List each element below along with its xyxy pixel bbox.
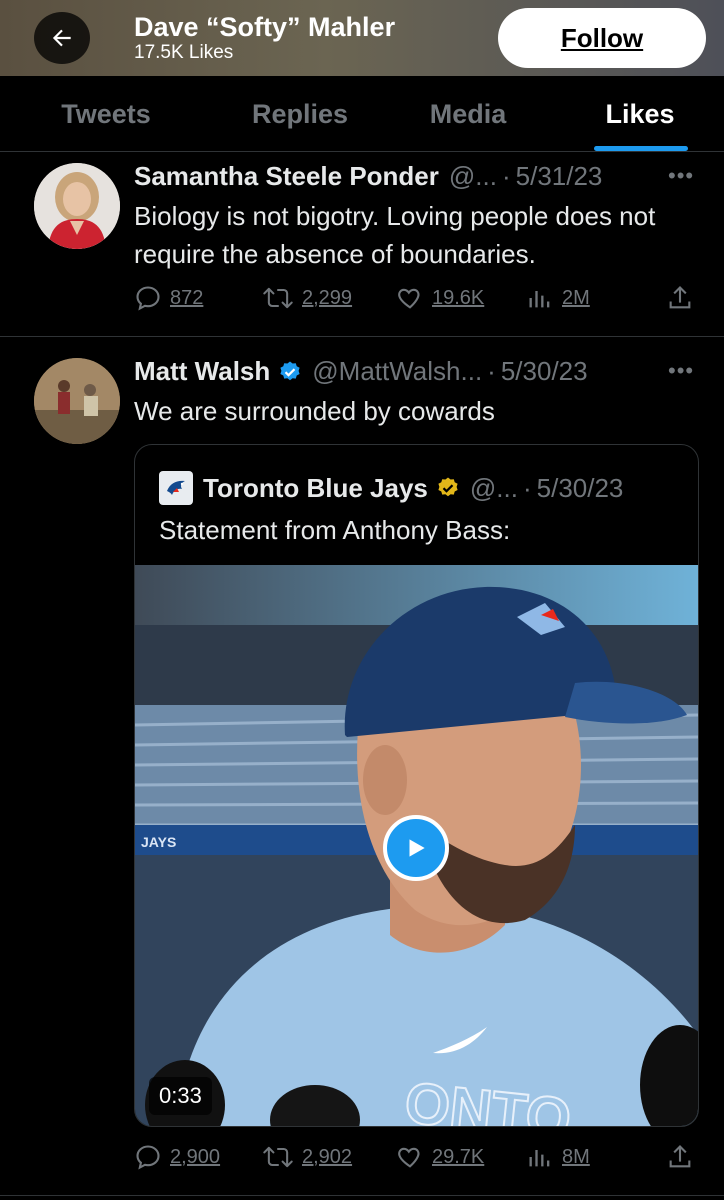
like-count: 19.6K (432, 286, 485, 309)
more-icon[interactable]: ••• (668, 163, 694, 189)
tab-likes[interactable]: Likes (564, 76, 716, 152)
like-count: 29.7K (432, 1145, 485, 1168)
tweet-header: Matt Walsh @MattWalsh... · 5/30/23 (134, 356, 588, 387)
quoted-tweet-header: Toronto Blue Jays @... · 5/30/23 (159, 471, 623, 505)
profile-tabs: Tweets Replies Media Likes (0, 76, 724, 152)
video-player[interactable]: JAYS ONTO 0:33 (135, 565, 698, 1126)
views-button[interactable]: 8M (526, 1143, 590, 1171)
heart-icon (398, 1147, 420, 1168)
play-icon (409, 839, 425, 857)
reply-count: 872 (170, 286, 204, 309)
blue-jays-logo[interactable] (159, 471, 193, 505)
back-button[interactable] (34, 12, 90, 64)
share-icon (669, 286, 691, 309)
arrow-left-icon (52, 29, 71, 47)
tab-media[interactable]: Media (392, 76, 544, 152)
share-button[interactable] (666, 284, 702, 312)
quoted-author-name[interactable]: Toronto Blue Jays (203, 473, 428, 504)
likes-count: 17.5K Likes (134, 42, 234, 63)
views-icon (529, 1150, 550, 1167)
retweet-icon (263, 287, 293, 309)
verified-badge-icon (278, 360, 302, 384)
separator-dot: · (487, 356, 496, 386)
like-button[interactable]: 29.7K (396, 1143, 484, 1171)
view-count: 2M (562, 286, 590, 309)
retweet-count: 2,299 (302, 286, 353, 309)
reply-icon (136, 286, 160, 311)
retweet-button[interactable]: 2,299 (262, 284, 352, 312)
profile-header: Dave “Softy” Mahler 17.5K Likes Follow (0, 0, 724, 76)
quoted-author-handle[interactable]: @... (470, 473, 518, 504)
profile-name: Dave “Softy” Mahler (134, 12, 396, 42)
avatar[interactable] (34, 358, 120, 444)
views-icon (529, 291, 550, 308)
follow-button[interactable]: Follow (498, 8, 706, 68)
author-name[interactable]: Samantha Steele Ponder (134, 161, 439, 192)
reply-button[interactable]: 2,900 (134, 1143, 220, 1171)
author-name[interactable]: Matt Walsh (134, 356, 270, 387)
play-button[interactable] (383, 815, 449, 881)
tweet-text: We are surrounded by cowards (134, 396, 495, 426)
share-icon (669, 1145, 691, 1168)
tweet-header: Samantha Steele Ponder @... · 5/31/23 (134, 161, 602, 192)
author-handle[interactable]: @MattWalsh... (312, 356, 482, 387)
share-button[interactable] (666, 1143, 702, 1171)
quoted-tweet-date[interactable]: 5/30/23 (537, 473, 624, 504)
tweet-date[interactable]: 5/31/23 (516, 161, 603, 192)
like-button[interactable]: 19.6K (396, 284, 484, 312)
active-tab-indicator (594, 146, 688, 151)
tweet-text: Biology is not bigotry. Loving people do… (134, 201, 656, 269)
more-icon[interactable]: ••• (668, 358, 694, 384)
views-button[interactable]: 2M (526, 284, 590, 312)
tweet[interactable]: Matt Walsh @MattWalsh... · 5/30/23 ••• W… (0, 338, 724, 1196)
video-duration: 0:33 (149, 1077, 212, 1115)
quoted-tweet-text: Statement from Anthony Bass: (159, 515, 511, 545)
tweet[interactable]: Samantha Steele Ponder @... · 5/31/23 ••… (0, 153, 724, 337)
tweet-actions: 872 2,299 19.6K 2M (134, 284, 704, 318)
heart-icon (398, 288, 420, 309)
verified-gold-badge-icon (436, 476, 460, 500)
separator-dot: · (501, 161, 511, 191)
retweet-icon (263, 1146, 293, 1168)
reply-count: 2,900 (170, 1145, 221, 1168)
retweet-button[interactable]: 2,902 (262, 1143, 352, 1171)
reply-icon (136, 1145, 160, 1170)
tab-replies[interactable]: Replies (224, 76, 376, 152)
view-count: 8M (562, 1145, 590, 1168)
avatar[interactable] (34, 163, 120, 249)
reply-button[interactable]: 872 (134, 284, 203, 312)
tab-tweets[interactable]: Tweets (30, 76, 182, 152)
quoted-tweet[interactable]: Toronto Blue Jays @... · 5/30/23 Stateme… (134, 444, 699, 1127)
tweet-actions: 2,900 2,902 29.7K 8M (134, 1143, 704, 1177)
author-handle[interactable]: @... (449, 161, 497, 192)
separator-dot: · (522, 472, 532, 503)
tweet-date[interactable]: 5/30/23 (501, 356, 588, 387)
retweet-count: 2,902 (302, 1145, 353, 1168)
video-banner-text: JAYS (141, 834, 176, 850)
